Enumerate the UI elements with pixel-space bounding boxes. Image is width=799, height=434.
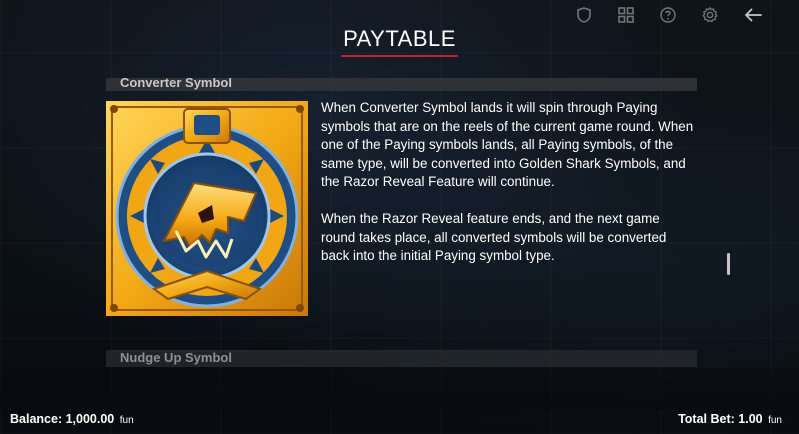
top-toolbar [573,4,765,26]
bet-unit: fun [768,415,782,426]
settings-icon[interactable] [699,4,721,26]
grid-icon[interactable] [615,4,637,26]
balance-display: Balance: 1,000.00 fun [10,412,134,426]
page-title: PAYTABLE [341,26,458,57]
bet-label: Total Bet: [678,412,735,426]
bet-value: 1.00 [738,412,763,426]
converter-paragraph-1: When Converter Symbol lands it will spin… [321,100,694,189]
section-header-converter: Converter Symbol [106,78,697,91]
balance-value: 1,000.00 [65,412,115,426]
converter-description: When Converter Symbol lands it will spin… [321,99,697,266]
footer-bar: Balance: 1,000.00 fun Total Bet: 1.00 fu… [0,412,799,430]
section-header-nudge: Nudge Up Symbol [106,350,697,367]
help-icon[interactable] [657,4,679,26]
page-title-wrap: PAYTABLE [0,26,799,57]
scrollbar-thumb[interactable] [727,253,730,275]
converter-symbol-image [106,101,308,316]
balance-unit: fun [119,415,134,426]
bottom-fade [0,368,799,410]
shield-icon[interactable] [573,4,595,26]
total-bet-display: Total Bet: 1.00 fun [678,412,782,426]
back-arrow-icon[interactable] [741,4,765,26]
balance-label: Balance: [10,412,63,426]
converter-paragraph-2: When the Razor Reveal feature ends, and … [321,211,667,263]
